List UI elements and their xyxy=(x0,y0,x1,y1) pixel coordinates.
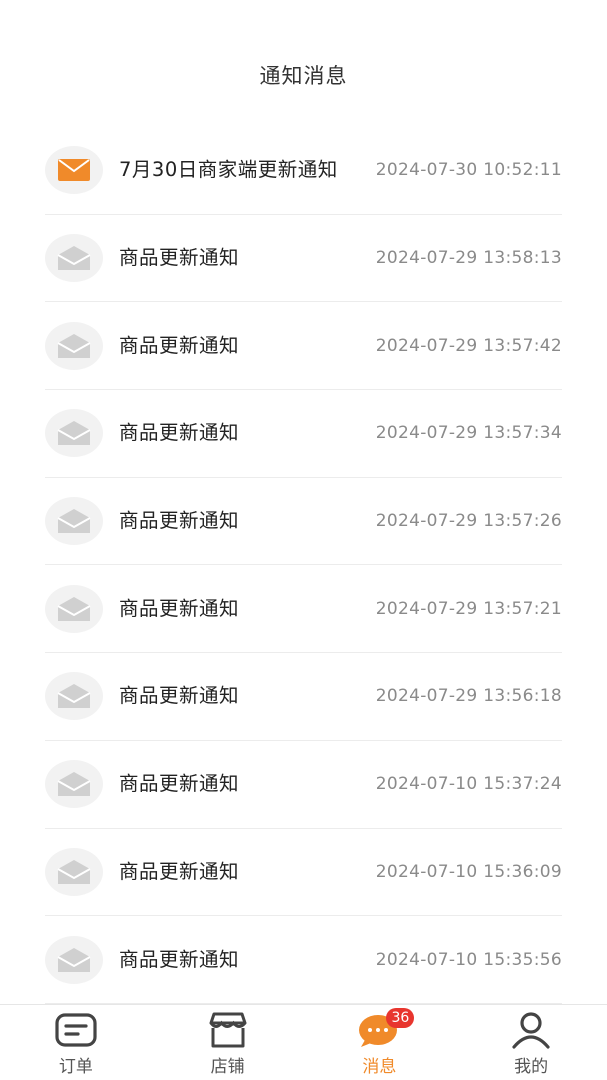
message-row[interactable]: 商品更新通知 2024-07-10 15:37:24 xyxy=(45,741,562,829)
tab-label: 店铺 xyxy=(210,1057,245,1077)
tab-messages[interactable]: 36 消息 xyxy=(304,1005,456,1080)
message-title: 商品更新通知 xyxy=(119,947,240,971)
envelope-read-icon xyxy=(45,847,103,896)
message-title: 商品更新通知 xyxy=(119,596,240,620)
tab-profile[interactable]: 我的 xyxy=(455,1005,607,1080)
message-row[interactable]: 商品更新通知 2024-07-29 13:57:21 xyxy=(45,565,562,654)
message-list[interactable]: 7月30日商家端更新通知 2024-07-30 10:52:11 商品更新通知 … xyxy=(45,127,562,1004)
profile-icon xyxy=(508,1010,554,1050)
message-row[interactable]: 商品更新通知 2024-07-29 13:57:26 xyxy=(45,478,562,566)
order-icon xyxy=(53,1010,99,1050)
message-row[interactable]: 商品更新通知 2024-07-29 13:57:42 xyxy=(45,302,562,391)
envelope-unread-icon xyxy=(45,146,103,195)
message-title: 7月30日商家端更新通知 xyxy=(119,158,338,182)
message-title: 商品更新通知 xyxy=(119,509,240,533)
message-time: 2024-07-29 13:57:21 xyxy=(375,598,562,619)
message-time: 2024-07-29 13:58:13 xyxy=(375,248,562,269)
envelope-read-icon xyxy=(45,409,103,458)
message-time: 2024-07-10 15:35:56 xyxy=(375,949,562,970)
message-row[interactable]: 7月30日商家端更新通知 2024-07-30 10:52:11 xyxy=(45,127,562,215)
message-row[interactable]: 商品更新通知 2024-07-29 13:57:34 xyxy=(45,390,562,478)
envelope-read-icon xyxy=(45,234,103,283)
store-icon xyxy=(205,1010,251,1050)
tab-label: 订单 xyxy=(58,1057,93,1077)
unread-count-badge: 36 xyxy=(386,1008,415,1028)
message-row[interactable]: 商品更新通知 2024-07-29 13:56:18 xyxy=(45,653,562,741)
envelope-read-icon xyxy=(45,672,103,721)
tab-label: 我的 xyxy=(514,1057,549,1077)
message-row[interactable]: 商品更新通知 2024-07-10 15:35:56 xyxy=(45,916,562,1004)
message-time: 2024-07-29 13:57:42 xyxy=(375,335,562,356)
message-time: 2024-07-10 15:37:24 xyxy=(375,774,562,795)
message-title: 商品更新通知 xyxy=(119,333,240,357)
message-time: 2024-07-29 13:56:18 xyxy=(375,686,562,707)
message-time: 2024-07-30 10:52:11 xyxy=(375,160,562,181)
message-row[interactable]: 商品更新通知 2024-07-10 15:36:09 xyxy=(45,829,562,917)
message-time: 2024-07-29 13:57:26 xyxy=(375,511,562,532)
envelope-read-icon xyxy=(45,321,103,370)
envelope-read-icon xyxy=(45,760,103,809)
tab-store[interactable]: 店铺 xyxy=(152,1005,304,1080)
notifications-page: 通知消息 7月30日商家端更新通知 2024-07-30 10:52:11 商品… xyxy=(0,0,607,1080)
message-title: 商品更新通知 xyxy=(119,772,240,796)
message-row[interactable]: 商品更新通知 2024-07-29 13:58:13 xyxy=(45,215,562,303)
envelope-read-icon xyxy=(45,935,103,984)
message-title: 商品更新通知 xyxy=(119,859,240,883)
bottom-tabbar: 订单 店铺 36 消息 我的 xyxy=(0,1004,607,1080)
page-title: 通知消息 xyxy=(259,64,348,88)
message-title: 商品更新通知 xyxy=(119,421,240,445)
message-icon: 36 xyxy=(356,1008,415,1050)
message-title: 商品更新通知 xyxy=(119,684,240,708)
tab-orders[interactable]: 订单 xyxy=(0,1005,152,1080)
tab-label: 消息 xyxy=(362,1057,397,1077)
envelope-read-icon xyxy=(45,497,103,546)
header: 通知消息 xyxy=(0,0,607,130)
message-title: 商品更新通知 xyxy=(119,246,240,270)
envelope-read-icon xyxy=(45,584,103,633)
message-time: 2024-07-29 13:57:34 xyxy=(375,423,562,444)
message-time: 2024-07-10 15:36:09 xyxy=(375,861,562,882)
